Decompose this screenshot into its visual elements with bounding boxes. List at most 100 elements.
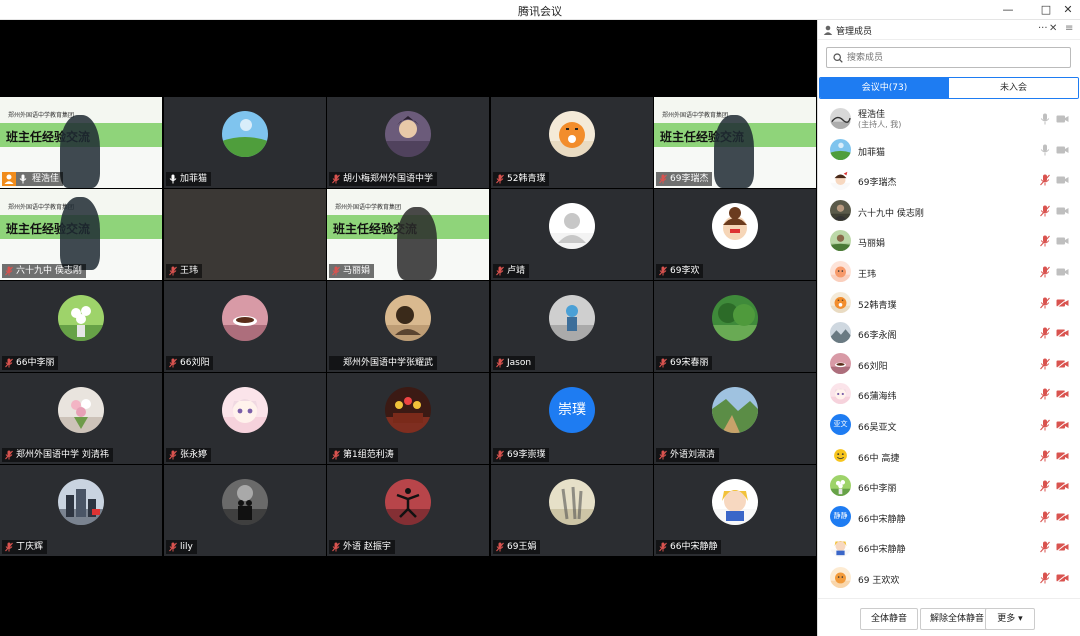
mic-icon[interactable] <box>1040 113 1050 125</box>
camera-icon[interactable] <box>1056 175 1069 185</box>
mic-muted-icon <box>169 450 177 464</box>
member-row[interactable]: 程浩佳 (主持人, 我) <box>818 104 1080 134</box>
minimize-button[interactable]: — <box>1000 2 1016 18</box>
video-tile[interactable]: 外语 赵振宇 <box>327 465 489 556</box>
member-row[interactable]: 马丽娟 <box>818 226 1080 256</box>
mic-muted-icon[interactable] <box>1040 388 1050 400</box>
mic-muted-icon[interactable] <box>1040 358 1050 370</box>
avatar-text-icon: 静静 <box>830 505 851 527</box>
search-icon <box>833 53 843 63</box>
member-row[interactable]: 69 王欢欢 <box>818 563 1080 593</box>
mic-icon[interactable] <box>1040 144 1050 156</box>
member-row[interactable]: 静静 66中宋静静 <box>818 502 1080 532</box>
camera-off-icon[interactable] <box>1056 481 1069 492</box>
video-tile[interactable]: 加菲猫 <box>164 97 326 188</box>
video-tile[interactable]: 外语刘淑清 <box>654 373 816 464</box>
video-tile[interactable]: 郑州外国语中学 刘清祎 <box>0 373 162 464</box>
mic-muted-icon[interactable] <box>1040 205 1050 217</box>
video-tile[interactable]: 丁庆辉 <box>0 465 162 556</box>
video-tile[interactable]: 郑州外国语中学教育集团 班主任经验交流 六十九中 侯志刚 <box>0 189 162 280</box>
video-tile[interactable]: 69王娟 <box>491 465 653 556</box>
video-tile[interactable]: 69宋春丽 <box>654 281 816 372</box>
mic-muted-icon[interactable] <box>1040 327 1050 339</box>
video-tile[interactable]: 66刘阳 <box>164 281 326 372</box>
close-button[interactable]: ✕ <box>1060 2 1076 18</box>
search-box[interactable] <box>826 47 1071 68</box>
member-row[interactable]: 加菲猫 <box>818 135 1080 165</box>
unmute-all-button[interactable]: 解除全体静音 <box>920 608 994 630</box>
participant-name: 69李瑞杰 <box>670 174 709 184</box>
video-tile[interactable]: 66中宋静静 <box>654 465 816 556</box>
mic-muted-icon[interactable] <box>1040 235 1050 247</box>
ink-painting-icon <box>830 108 851 129</box>
video-tile[interactable]: Jason <box>491 281 653 372</box>
video-tile[interactable]: 52韩青璞 <box>491 97 653 188</box>
more-options-button[interactable]: ··· <box>1038 23 1048 34</box>
member-name: 66中 高捷 <box>858 453 900 464</box>
video-tile[interactable]: 第1组范利涛 <box>327 373 489 464</box>
member-row[interactable]: 亚文 66吴亚文 <box>818 410 1080 440</box>
video-tile[interactable]: 崇璞 69李崇璞 <box>491 373 653 464</box>
search-input[interactable] <box>847 51 1062 65</box>
tab-in-meeting[interactable]: 会议中(73) <box>820 78 949 98</box>
member-row[interactable]: 六十九中 侯志刚 <box>818 196 1080 226</box>
camera-off-icon[interactable] <box>1056 358 1069 369</box>
camera-off-icon[interactable] <box>1056 297 1069 308</box>
camera-off-icon[interactable] <box>1056 420 1069 430</box>
meadow-photo-icon <box>222 111 268 157</box>
video-tile[interactable]: 郑州外国语中学教育集团 班主任经验交流 马丽娟 <box>327 189 489 280</box>
member-name: 66蒲海纬 <box>858 392 897 403</box>
panel-menu-button[interactable]: ≡ <box>1065 23 1073 34</box>
camera-icon[interactable] <box>1056 114 1069 124</box>
mic-muted-icon[interactable] <box>1040 480 1050 492</box>
anime-girl-icon <box>830 383 851 405</box>
mic-muted-icon[interactable] <box>1040 450 1050 462</box>
mic-muted-icon[interactable] <box>1040 266 1050 278</box>
member-tabs: 会议中(73) 未入会 <box>819 77 1079 99</box>
member-row[interactable]: 52韩青璞 <box>818 288 1080 318</box>
maximize-button[interactable]: □ <box>1038 2 1054 18</box>
member-row[interactable]: 66蒲海纬 <box>818 379 1080 409</box>
panel-close-button[interactable]: ✕ <box>1049 23 1057 34</box>
video-tile[interactable]: 郑州外国语中学教育集团 班主任经验交流 程浩佳 <box>0 97 162 188</box>
camera-icon[interactable] <box>1056 236 1069 246</box>
participant-name: Jason <box>507 358 532 368</box>
member-row[interactable]: 66中 高捷 <box>818 441 1080 471</box>
member-row[interactable]: 69李瑞杰 <box>818 165 1080 195</box>
video-tile[interactable]: 张永婷 <box>164 373 326 464</box>
video-tile[interactable]: 69李欢 <box>654 189 816 280</box>
video-tile[interactable]: 胡小梅郑州外国语中学 <box>327 97 489 188</box>
camera-off-icon[interactable] <box>1056 511 1069 522</box>
camera-icon[interactable] <box>1056 145 1069 155</box>
anime-character-icon <box>385 111 431 157</box>
video-tile[interactable]: 王玮 <box>164 189 326 280</box>
member-row[interactable]: 66刘阳 <box>818 349 1080 379</box>
camera-icon[interactable] <box>1056 267 1069 277</box>
video-tile[interactable]: 66中李丽 <box>0 281 162 372</box>
landscape-photo-icon <box>830 230 851 252</box>
video-tile[interactable]: lily <box>164 465 326 556</box>
mic-muted-icon[interactable] <box>1040 297 1050 309</box>
member-row[interactable]: 66中宋静静 <box>818 532 1080 562</box>
member-row[interactable]: 66李永阁 <box>818 318 1080 348</box>
mic-muted-icon[interactable] <box>1040 511 1050 523</box>
video-tile[interactable]: 郑州外国语中学张耀武 <box>327 281 489 372</box>
mic-muted-icon[interactable] <box>1040 419 1050 431</box>
member-row[interactable]: 66中李丽 <box>818 471 1080 501</box>
video-tile[interactable]: 郑州外国语中学教育集团 班主任经验交流 69李瑞杰 <box>654 97 816 188</box>
tab-not-joined[interactable]: 未入会 <box>949 78 1078 98</box>
mic-muted-icon[interactable] <box>1040 541 1050 553</box>
mic-muted-icon[interactable] <box>1040 572 1050 584</box>
more-button[interactable]: 更多 ▾ <box>985 608 1035 630</box>
mic-muted-icon[interactable] <box>1040 174 1050 186</box>
mute-all-button[interactable]: 全体静音 <box>860 608 918 630</box>
camera-off-icon[interactable] <box>1056 389 1069 400</box>
video-tile[interactable]: 卢靖 <box>491 189 653 280</box>
camera-off-icon[interactable] <box>1056 450 1069 461</box>
participant-name: 69李欢 <box>670 266 700 276</box>
camera-off-icon[interactable] <box>1056 573 1069 583</box>
camera-icon[interactable] <box>1056 206 1069 216</box>
member-row[interactable]: 王玮 <box>818 257 1080 287</box>
camera-off-icon[interactable] <box>1056 328 1069 339</box>
camera-off-icon[interactable] <box>1056 542 1069 553</box>
